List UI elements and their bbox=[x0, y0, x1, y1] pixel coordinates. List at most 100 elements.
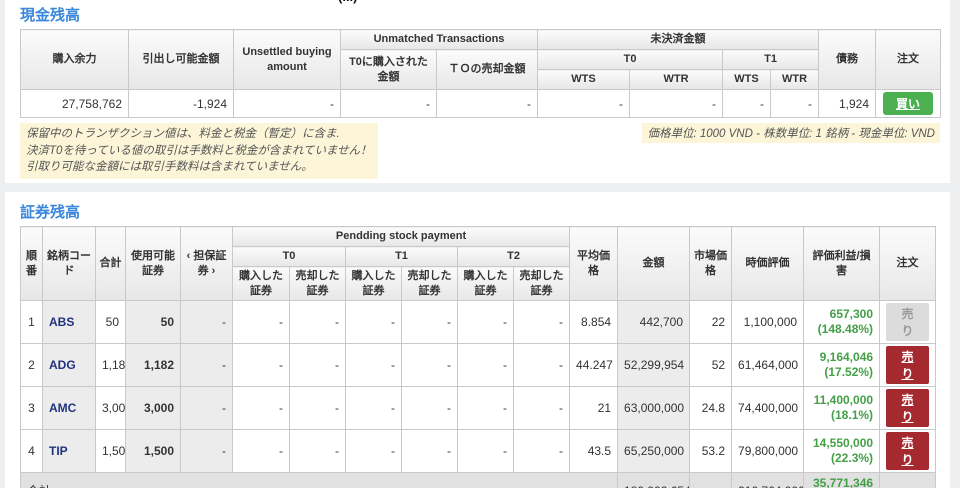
section-divider bbox=[0, 183, 960, 192]
available-qty: 50 bbox=[125, 300, 181, 344]
row-no: 3 bbox=[20, 386, 43, 430]
col-order2: 注文 bbox=[879, 226, 937, 301]
amount: 63,000,000 bbox=[617, 386, 691, 430]
col-group-pending-stock: Pendding stock payment bbox=[231, 226, 571, 247]
t1-bought-qty: - bbox=[345, 343, 402, 387]
buy-button[interactable]: 買い bbox=[883, 92, 934, 115]
stock-code-link[interactable]: ADG bbox=[42, 343, 96, 387]
col-t1-wts: WTS bbox=[722, 69, 772, 90]
col-t1-wtr: WTR bbox=[770, 69, 820, 90]
col-t0-sold: ＴＯの売却金額 bbox=[435, 49, 539, 90]
t1-wts-value: - bbox=[722, 89, 772, 118]
sell-button[interactable]: 売り bbox=[886, 303, 930, 341]
col-avg-price: 平均価格 bbox=[569, 226, 619, 301]
t0-bought-qty: - bbox=[232, 300, 290, 344]
t2-sold-qty: - bbox=[512, 386, 571, 430]
col-code: 銘柄コード bbox=[42, 226, 96, 301]
t2-bought-qty: - bbox=[457, 386, 514, 430]
col-profit-loss: 評価利益/損害 bbox=[803, 226, 881, 301]
col-group-unmatched: Unmatched Transactions bbox=[339, 29, 539, 50]
stock-code-link[interactable]: AMC bbox=[42, 386, 96, 430]
stock-code-link[interactable]: TIP bbox=[42, 429, 96, 473]
cash-balance-title: 現金残高 bbox=[20, 7, 81, 24]
t1-sold-qty: - bbox=[401, 300, 458, 344]
avg-price: 8.854 bbox=[569, 300, 619, 344]
cash-notes: 保留中のトランザクション値は、料金と税金（暫定）に含ま. 決済T0を待っている値… bbox=[20, 123, 378, 180]
sell-button[interactable]: 売り bbox=[886, 346, 930, 384]
t1-sold-qty: - bbox=[401, 429, 458, 473]
col-available: 使用可能証券 bbox=[125, 226, 181, 301]
t0-bought-qty: - bbox=[232, 386, 290, 430]
col-group-t1: T1 bbox=[722, 49, 820, 70]
t0-sold-qty: - bbox=[289, 343, 346, 387]
withdrawable-value: -1,924 bbox=[128, 89, 234, 118]
t2-sold-qty: - bbox=[512, 343, 571, 387]
total-amount: 180,992,654 bbox=[617, 472, 691, 488]
t0-sold-qty: - bbox=[289, 386, 346, 430]
row-no: 2 bbox=[20, 343, 43, 387]
t2-sold-qty: - bbox=[512, 429, 571, 473]
avg-price: 21 bbox=[569, 386, 619, 430]
amount: 442,700 bbox=[617, 300, 691, 344]
sell-button[interactable]: 売り bbox=[886, 389, 930, 427]
total-qty: 3,000 bbox=[95, 386, 126, 430]
col-debt: 債務 bbox=[818, 29, 877, 90]
amount: 52,299,954 bbox=[617, 343, 691, 387]
col-withdrawable: 引出し可能金額 bbox=[128, 29, 234, 90]
securities-balance-table: 順番 銘柄コード 合計 使用可能証券 ‹ 担保証券 › Pendding sto… bbox=[19, 226, 937, 488]
note-line: 引取り可能な金額には取引手数料は含まれていません。 bbox=[26, 161, 313, 174]
t0-sold-value: - bbox=[435, 89, 539, 118]
t0-wtr-value: - bbox=[629, 89, 724, 118]
col-order: 注文 bbox=[875, 29, 942, 90]
t2-bought-qty: - bbox=[457, 429, 514, 473]
col-t2-bought-sec: 購入した証券 bbox=[457, 266, 514, 301]
collateral-qty: - bbox=[180, 386, 233, 430]
cash-balance-panel: 現金残高 購入余力 引出し可能金額 Unsettled buying amoun… bbox=[5, 0, 950, 183]
unsettled-buying-value: - bbox=[233, 89, 341, 118]
available-qty: 1,500 bbox=[125, 429, 181, 473]
col-t0-bought-sec: 購入した証券 bbox=[232, 266, 290, 301]
total-label: 合計 bbox=[19, 472, 619, 488]
market-value: 74,400,000 bbox=[731, 386, 805, 430]
note-line: 保留中のトランザクション値は、料金と税金（暫定）に含ま. bbox=[26, 128, 340, 140]
available-qty: 1,182 bbox=[125, 343, 181, 387]
collateral-qty: - bbox=[180, 300, 233, 344]
collateral-qty: - bbox=[180, 429, 233, 473]
t1-wtr-value: - bbox=[770, 89, 820, 118]
t1-sold-qty: - bbox=[401, 386, 458, 430]
t1-bought-qty: - bbox=[345, 429, 402, 473]
market-price: 24.8 bbox=[689, 386, 733, 430]
t0-sold-qty: - bbox=[289, 300, 346, 344]
table-row: 1 ABS 50 50 - - - - - - - 8.854 442,700 … bbox=[20, 300, 937, 344]
clipped-page-title: (...) bbox=[338, 0, 398, 5]
t0-sold-qty: - bbox=[289, 429, 346, 473]
t0-wts-value: - bbox=[537, 89, 631, 118]
row-no: 4 bbox=[20, 429, 43, 473]
sell-button[interactable]: 売り bbox=[886, 432, 930, 470]
avg-price: 43.5 bbox=[569, 429, 619, 473]
t1-sold-qty: - bbox=[401, 343, 458, 387]
market-price: 22 bbox=[689, 300, 733, 344]
profit-loss-value: 657,300 (148.48%) bbox=[803, 300, 881, 344]
cash-balance-row: 27,758,762 -1,924 - - - - - - - 1,924 買い bbox=[20, 89, 942, 118]
total-market-value: 216,764,000 bbox=[731, 472, 805, 488]
t2-sold-qty: - bbox=[512, 300, 571, 344]
market-price: 53.2 bbox=[689, 429, 733, 473]
total-qty: 50 bbox=[95, 300, 126, 344]
table-row: 4 TIP 1,500 1,500 - - - - - - - 43.5 65,… bbox=[20, 429, 937, 473]
row-no: 1 bbox=[20, 300, 43, 344]
col-t1-sold-sec: 売却した証券 bbox=[401, 266, 458, 301]
total-profit-loss: 35,771,346 (19.76%) bbox=[803, 472, 881, 488]
col-market-value: 時価評価 bbox=[731, 226, 805, 301]
t0-bought-qty: - bbox=[232, 343, 290, 387]
t0-bought-value: - bbox=[340, 89, 437, 118]
col-group-pending-amount: 未決済金額 bbox=[537, 29, 820, 50]
profit-loss-value: 9,164,046 (17.52%) bbox=[803, 343, 881, 387]
col-group-t0: T0 bbox=[232, 246, 346, 267]
total-qty: 1,500 bbox=[95, 429, 126, 473]
amount: 65,250,000 bbox=[617, 429, 691, 473]
securities-balance-title: 証券残高 bbox=[20, 204, 81, 221]
t2-bought-qty: - bbox=[457, 343, 514, 387]
stock-code-link[interactable]: ABS bbox=[42, 300, 96, 344]
col-collateral: ‹ 担保証券 › bbox=[180, 226, 233, 301]
